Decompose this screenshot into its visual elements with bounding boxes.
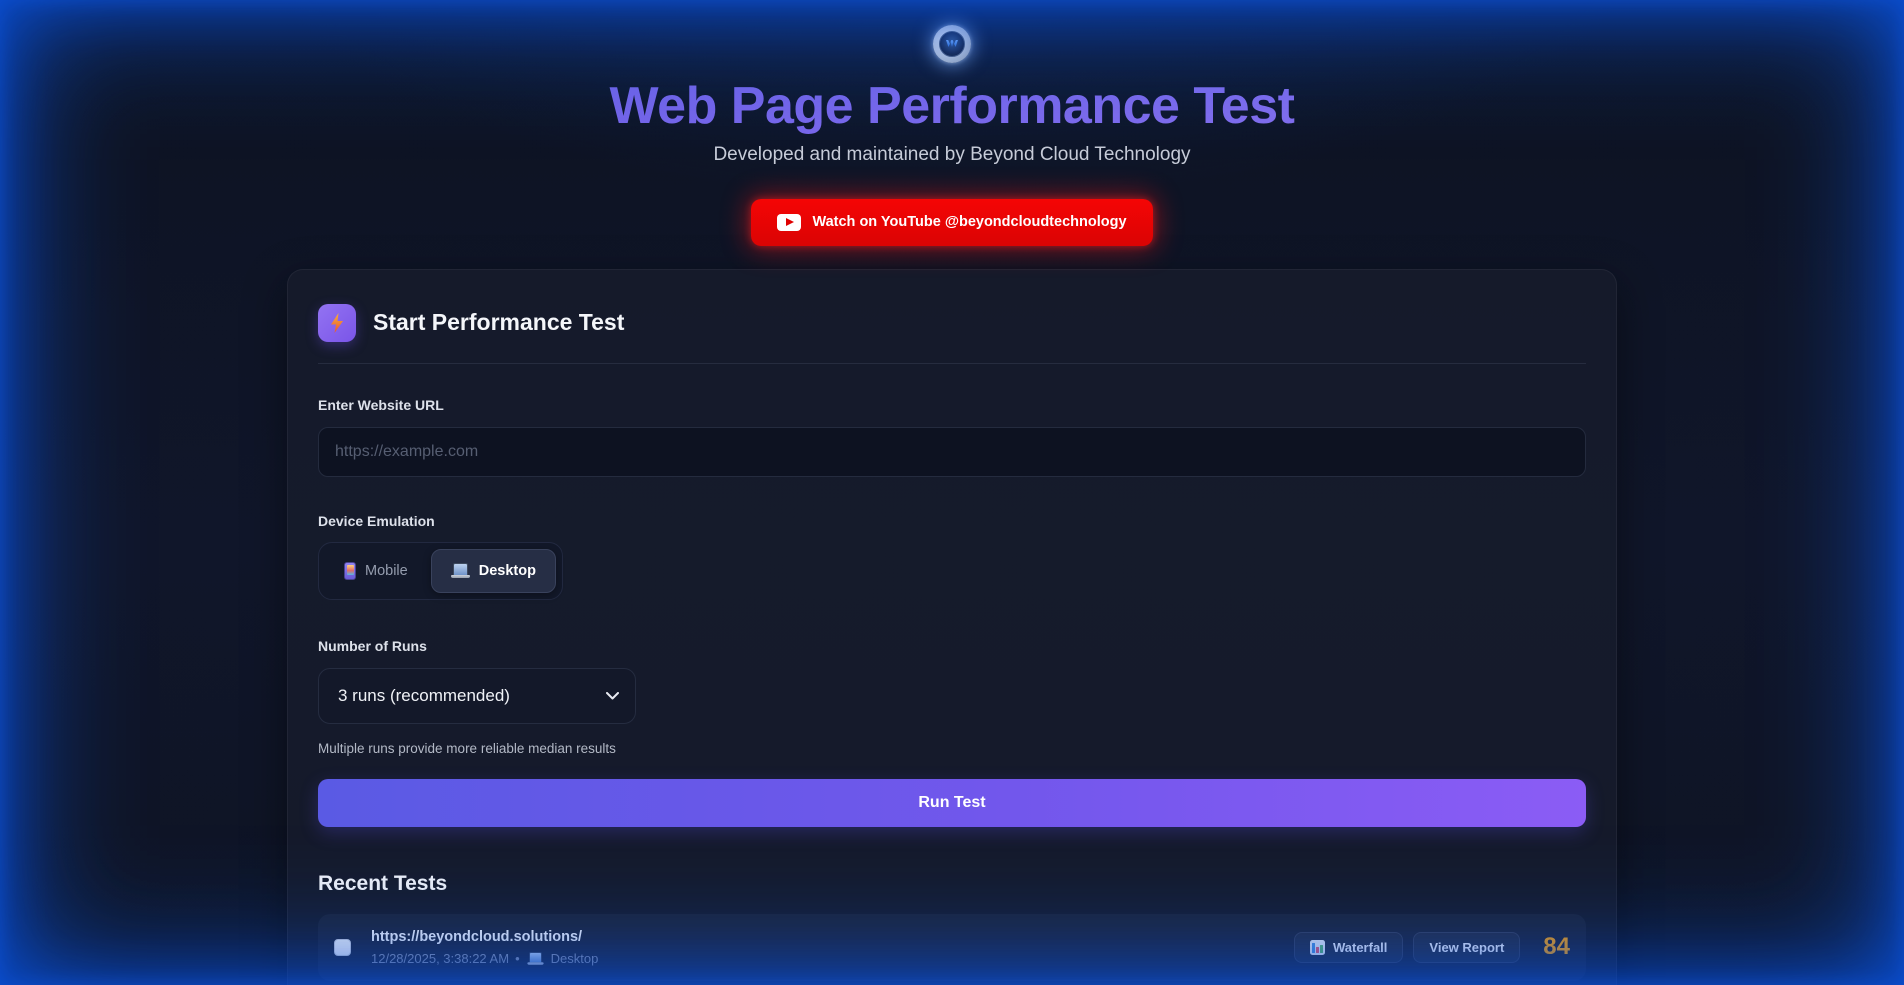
card-title: Start Performance Test [373, 309, 624, 336]
number-of-runs-label: Number of Runs [318, 638, 1586, 654]
test-row: https://beyondcloud.solutions/ 12/28/202… [318, 914, 1586, 981]
test-checkbox[interactable] [334, 939, 351, 956]
page-subtitle: Developed and maintained by Beyond Cloud… [0, 144, 1904, 166]
runs-help-text: Multiple runs provide more reliable medi… [318, 741, 1586, 756]
youtube-icon [777, 214, 801, 231]
page-title: Web Page Performance Test [0, 77, 1904, 137]
smartphone-icon [344, 562, 356, 580]
test-meta: 12/28/2025, 3:38:22 AM • Desktop [371, 951, 1294, 966]
device-toggle-group: Mobile Desktop [318, 542, 563, 600]
waterfall-button-label: Waterfall [1333, 940, 1387, 955]
test-device: Desktop [551, 951, 599, 966]
url-field-label: Enter Website URL [318, 397, 1586, 413]
mobile-toggle-label: Mobile [365, 563, 408, 579]
laptop-icon [451, 563, 470, 578]
desktop-toggle-label: Desktop [479, 563, 536, 579]
watch-on-youtube-button[interactable]: Watch on YouTube @beyondcloudtechnology [751, 199, 1152, 246]
bar-chart-icon [1310, 940, 1325, 955]
device-toggle-desktop[interactable]: Desktop [431, 549, 556, 593]
device-emulation-label: Device Emulation [318, 513, 1586, 529]
test-actions: Waterfall View Report 84 [1294, 932, 1570, 963]
view-report-button-label: View Report [1429, 940, 1504, 955]
test-timestamp: 12/28/2025, 3:38:22 AM [371, 951, 509, 966]
laptop-icon [527, 952, 543, 965]
number-of-runs-select[interactable]: 3 runs (recommended) [318, 668, 636, 724]
waterfall-button[interactable]: Waterfall [1294, 932, 1403, 963]
youtube-button-label: Watch on YouTube @beyondcloudtechnology [812, 214, 1126, 230]
page-header: Web Page Performance Test Developed and … [0, 0, 1904, 166]
performance-score: 84 [1543, 933, 1570, 961]
test-url: https://beyondcloud.solutions/ [371, 929, 1294, 945]
run-test-button[interactable]: Run Test [318, 779, 1586, 827]
performance-test-card: Start Performance Test Enter Website URL… [287, 269, 1617, 985]
website-url-input[interactable] [318, 427, 1586, 477]
test-info: https://beyondcloud.solutions/ 12/28/202… [371, 929, 1294, 966]
device-toggle-mobile[interactable]: Mobile [325, 549, 427, 593]
recent-tests-heading: Recent Tests [318, 872, 1586, 896]
view-report-button[interactable]: View Report [1413, 932, 1520, 963]
meta-separator: • [515, 951, 520, 966]
site-logo-icon [933, 25, 971, 63]
lightning-icon [318, 304, 356, 342]
header-divider [318, 363, 1586, 364]
card-header: Start Performance Test [318, 304, 1586, 342]
